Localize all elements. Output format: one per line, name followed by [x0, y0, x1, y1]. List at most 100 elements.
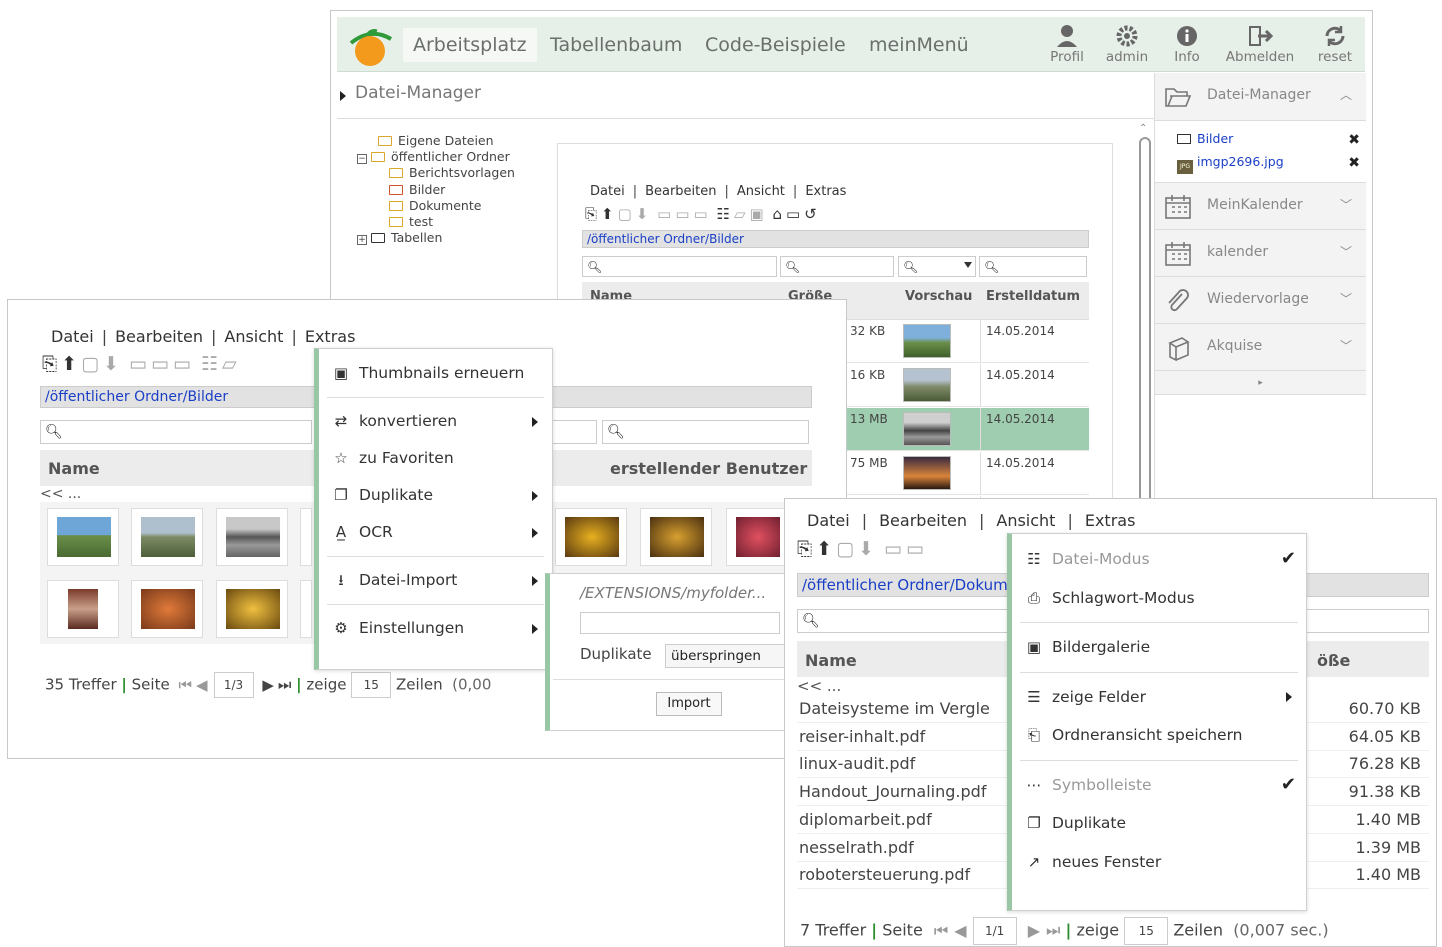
profil-button[interactable]: Profil: [1039, 21, 1095, 69]
undo-icon[interactable]: ↺: [804, 205, 817, 223]
close-icon[interactable]: ✖: [1348, 132, 1360, 148]
tree-node-eigene-dateien[interactable]: Eigene Dateien: [351, 133, 536, 149]
last-page-icon[interactable]: ⏭: [278, 676, 292, 694]
col-groesse[interactable]: öße: [1317, 651, 1350, 670]
upload-icon[interactable]: ⬆: [816, 538, 832, 560]
menu-item-ordneransicht-speichern[interactable]: ⎗ Ordneransicht speichern: [1012, 716, 1306, 755]
abmelden-button[interactable]: Abmelden: [1224, 21, 1296, 69]
preview-filter-select[interactable]: 🔍︎: [898, 256, 976, 277]
list-icon[interactable]: ☷: [716, 205, 729, 223]
size-filter-input[interactable]: 🔍︎: [780, 256, 894, 277]
menu-bearbeiten[interactable]: Bearbeiten: [645, 184, 716, 199]
file-icon[interactable]: ▢: [81, 353, 99, 375]
gallery-thumbnail[interactable]: [300, 580, 312, 638]
accordion-datei-manager[interactable]: Datei-Manager ︿: [1155, 73, 1366, 121]
preview-thumbnail[interactable]: [903, 368, 951, 402]
nav-code-beispiele[interactable]: Code-Beispiele: [695, 28, 856, 62]
filter-input[interactable]: [549, 420, 597, 444]
gallery-thumbnail[interactable]: [131, 508, 203, 566]
clipboard-icon[interactable]: ▭: [173, 353, 191, 375]
expand-arrow-icon[interactable]: [340, 91, 346, 101]
paste-icon[interactable]: ▭: [151, 353, 169, 375]
info-button[interactable]: Info: [1159, 21, 1215, 69]
col-erstelldatum[interactable]: Erstelldatum: [986, 289, 1080, 304]
rows-per-page-input[interactable]: 15: [351, 672, 392, 698]
copy-icon[interactable]: ▭: [129, 353, 147, 375]
menu-item-neues-fenster[interactable]: ↗ neues Fenster: [1012, 843, 1306, 882]
rows-per-page-input[interactable]: 15: [1124, 917, 1169, 945]
tree-node-tabellen[interactable]: + Tabellen: [351, 230, 536, 246]
name-filter-input[interactable]: 🔍︎: [40, 420, 312, 444]
menu-item-bildergalerie[interactable]: ▣ Bildergalerie: [1012, 628, 1306, 667]
menu-item-schlagwort-modus[interactable]: ⎙ Schlagwort-Modus: [1012, 579, 1306, 618]
gallery-thumbnail[interactable]: [640, 508, 712, 566]
name-filter-input[interactable]: 🔍︎: [582, 256, 777, 277]
gallery-thumbnail[interactable]: [47, 580, 119, 638]
menu-item-symbolleiste[interactable]: ⋯ Symbolleiste ✔: [1012, 766, 1306, 805]
page-input[interactable]: 1/3: [213, 672, 254, 698]
paste-icon[interactable]: ▭: [675, 205, 689, 223]
tag-folder-icon[interactable]: ▱: [222, 353, 237, 375]
user-filter-input[interactable]: 🔍︎: [602, 420, 809, 444]
menu-extras[interactable]: Extras: [305, 327, 356, 346]
accordion-meinkalender[interactable]: MeinKalender ﹀: [1155, 183, 1366, 230]
next-page-icon[interactable]: ▶: [1028, 921, 1040, 940]
accordion-kalender[interactable]: kalender ﹀: [1155, 230, 1366, 277]
col-erstellender-benutzer[interactable]: erstellender Benutzer: [610, 459, 807, 478]
date-filter-input[interactable]: 🔍︎: [979, 256, 1087, 277]
copy-icon[interactable]: ▭: [657, 205, 671, 223]
menu-datei[interactable]: Datei: [51, 327, 94, 346]
menu-extras[interactable]: Extras: [1085, 511, 1136, 530]
next-page-icon[interactable]: ▶: [262, 676, 274, 694]
preview-thumbnail[interactable]: [903, 324, 951, 358]
collapse-icon[interactable]: −: [357, 154, 367, 165]
import-button[interactable]: Import: [656, 692, 722, 716]
gallery-thumbnail[interactable]: [216, 508, 288, 566]
col-name[interactable]: Name: [805, 651, 857, 670]
upload-icon[interactable]: ⬆: [601, 205, 614, 223]
menu-item-konvertieren[interactable]: ⇄ konvertieren: [319, 403, 552, 440]
download-icon[interactable]: ⬇: [103, 353, 119, 375]
tree-node-dokumente[interactable]: Dokumente: [351, 198, 536, 214]
tree-node-test[interactable]: test: [351, 214, 536, 230]
datei-manager-header[interactable]: Datei-Manager: [337, 73, 1155, 119]
menu-datei[interactable]: Datei: [807, 511, 850, 530]
expand-right-icon[interactable]: ▸: [1155, 371, 1366, 395]
menu-item-duplikate[interactable]: ❐ Duplikate: [319, 477, 552, 514]
orange-logo-icon[interactable]: [345, 25, 397, 69]
last-page-icon[interactable]: ⏭: [1046, 921, 1060, 940]
copy-icon[interactable]: ▭: [884, 538, 902, 560]
tag-icon[interactable]: ⌂: [772, 205, 782, 223]
preview-thumbnail[interactable]: [903, 412, 951, 446]
chevron-down-icon[interactable]: ﹀: [1340, 243, 1352, 260]
back-scrollbar[interactable]: ⌃: [1137, 123, 1153, 514]
menu-item-datei-import[interactable]: ⭳ Datei-Import: [319, 562, 552, 599]
gallery-thumbnail[interactable]: [726, 508, 786, 566]
menu-item-datei-modus[interactable]: ☷ Datei-Modus ✔: [1012, 540, 1306, 579]
first-page-icon[interactable]: ⏮: [934, 921, 948, 940]
chevron-down-icon[interactable]: ﹀: [1340, 196, 1352, 213]
col-vorschau[interactable]: Vorschau: [905, 289, 972, 304]
paste-icon[interactable]: ▭: [906, 538, 924, 560]
menu-ansicht[interactable]: Ansicht: [737, 184, 785, 199]
menu-datei[interactable]: Datei: [590, 184, 625, 199]
recent-item-imgp2696[interactable]: JPG imgp2696.jpg ✖: [1177, 154, 1366, 177]
parent-folder-link[interactable]: << ...: [40, 486, 81, 502]
nav-tabellenbaum[interactable]: Tabellenbaum: [540, 28, 692, 62]
duplikate-select[interactable]: überspringen: [665, 644, 785, 668]
new-file-icon[interactable]: ⎘: [42, 353, 57, 375]
preview-thumbnail[interactable]: [903, 456, 951, 490]
chevron-up-icon[interactable]: ︿: [1340, 86, 1352, 103]
menu-item-duplikate[interactable]: ❐ Duplikate: [1012, 804, 1306, 843]
expand-icon[interactable]: +: [357, 235, 367, 246]
menu-bearbeiten[interactable]: Bearbeiten: [879, 511, 967, 530]
gallery-icon[interactable]: ▣: [749, 205, 763, 223]
admin-button[interactable]: admin: [1099, 21, 1155, 69]
prev-page-icon[interactable]: ◀: [954, 921, 966, 940]
tree-node-oeffentlicher-ordner[interactable]: − öffentlicher Ordner: [351, 149, 536, 165]
menu-extras[interactable]: Extras: [805, 184, 846, 199]
download-icon[interactable]: ⬇: [858, 538, 874, 560]
upload-icon[interactable]: ⬆: [61, 353, 77, 375]
gallery-thumbnail[interactable]: [47, 508, 119, 566]
menu-item-thumbnails-erneuern[interactable]: ▣ Thumbnails erneuern: [319, 355, 552, 392]
